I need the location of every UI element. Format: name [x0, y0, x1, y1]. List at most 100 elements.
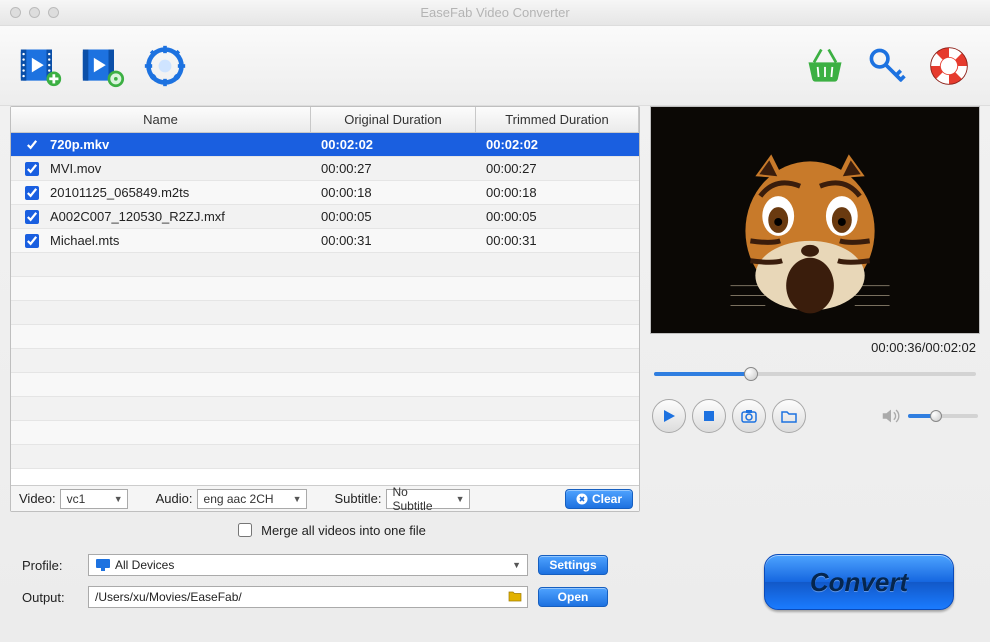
browse-folder-icon[interactable]: [508, 590, 522, 602]
play-button[interactable]: [652, 399, 686, 433]
file-name: A002C007_120530_R2ZJ.mxf: [50, 209, 225, 224]
preview-frame-icon: [651, 107, 979, 333]
folder-icon: [781, 409, 797, 423]
table-row[interactable]: A002C007_120530_R2ZJ.mxf 00:00:0500:00:05: [11, 205, 639, 229]
table-row-empty: [11, 445, 639, 469]
playback-time: 00:00:36/00:02:02: [650, 334, 980, 357]
open-output-label: Open: [558, 590, 589, 604]
merge-label[interactable]: Merge all videos into one file: [261, 523, 426, 538]
table-row-empty: [11, 421, 639, 445]
table-row-empty: [11, 253, 639, 277]
row-checkbox[interactable]: [25, 186, 39, 200]
table-row[interactable]: MVI.mov 00:00:2700:00:27: [11, 157, 639, 181]
original-duration: 00:00:05: [311, 205, 476, 228]
original-duration: 00:02:02: [311, 133, 476, 156]
output-path-input[interactable]: /Users/xu/Movies/EaseFab/: [88, 586, 528, 608]
subtitle-track-select[interactable]: No Subtitle: [386, 489, 470, 509]
file-list-pane: Name Original Duration Trimmed Duration …: [10, 106, 640, 512]
convert-button[interactable]: Convert: [764, 554, 954, 610]
original-duration: 00:00:31: [311, 229, 476, 252]
output-path-value: /Users/xu/Movies/EaseFab/: [95, 590, 242, 604]
current-time: 00:00:36: [871, 340, 922, 355]
profile-value: All Devices: [115, 558, 174, 572]
table-row-empty: [11, 349, 639, 373]
table-header: Name Original Duration Trimmed Duration: [11, 107, 639, 133]
preview-pane: 00:00:36/00:02:02: [650, 106, 980, 512]
camera-icon: [741, 409, 757, 423]
trimmed-duration: 00:00:18: [476, 181, 639, 204]
trimmed-duration: 00:00:05: [476, 205, 639, 228]
audio-track-select[interactable]: eng aac 2CH: [197, 489, 307, 509]
table-row[interactable]: 20101125_065849.m2ts 00:00:1800:00:18: [11, 181, 639, 205]
original-duration: 00:00:18: [311, 181, 476, 204]
profile-select[interactable]: All Devices: [88, 554, 528, 576]
player-controls: [650, 391, 980, 433]
add-video-button[interactable]: [18, 43, 64, 89]
row-checkbox[interactable]: [25, 138, 39, 152]
file-name: MVI.mov: [50, 161, 101, 176]
window-titlebar: EaseFab Video Converter: [0, 0, 990, 26]
add-dvd-button[interactable]: [80, 43, 126, 89]
table-body: 720p.mkv00:02:0200:02:02MVI.mov00:00:270…: [11, 133, 639, 485]
merge-row: Merge all videos into one file: [0, 518, 990, 542]
table-row-empty: [11, 325, 639, 349]
merge-checkbox[interactable]: [238, 523, 252, 537]
column-header-name[interactable]: Name: [11, 107, 311, 132]
key-icon: [865, 44, 909, 88]
file-name: Michael.mts: [50, 233, 119, 248]
table-row-empty: [11, 277, 639, 301]
original-duration: 00:00:27: [311, 157, 476, 180]
toolbar: [0, 26, 990, 106]
total-time: 00:02:02: [925, 340, 976, 355]
trimmed-duration: 00:00:27: [476, 157, 639, 180]
gear-icon: [143, 44, 187, 88]
row-checkbox[interactable]: [25, 162, 39, 176]
output-label: Output:: [22, 590, 78, 605]
clear-icon: [576, 493, 588, 505]
lifebuoy-icon: [927, 44, 971, 88]
film-disc-icon: [81, 44, 125, 88]
table-row-empty: [11, 373, 639, 397]
table-row[interactable]: 720p.mkv 00:02:0200:02:02: [11, 133, 639, 157]
snapshot-button[interactable]: [732, 399, 766, 433]
file-name: 20101125_065849.m2ts: [50, 185, 189, 200]
track-strip: Video: vc1 Audio: eng aac 2CH Subtitle: …: [11, 485, 639, 511]
file-name: 720p.mkv: [50, 137, 109, 152]
seek-bar[interactable]: [654, 365, 976, 383]
monitor-icon: [95, 558, 111, 572]
basket-icon: [803, 44, 847, 88]
table-row[interactable]: Michael.mts 00:00:3100:00:31: [11, 229, 639, 253]
convert-button-label: Convert: [810, 567, 908, 598]
table-row-empty: [11, 397, 639, 421]
volume-icon: [880, 405, 902, 427]
buy-button[interactable]: [802, 43, 848, 89]
help-button[interactable]: [926, 43, 972, 89]
trimmed-duration: 00:02:02: [476, 133, 639, 156]
window-title: EaseFab Video Converter: [0, 5, 990, 20]
table-row-empty: [11, 301, 639, 325]
column-header-trimmed[interactable]: Trimmed Duration: [476, 107, 639, 132]
play-icon: [661, 408, 677, 424]
trimmed-duration: 00:00:31: [476, 229, 639, 252]
row-checkbox[interactable]: [25, 234, 39, 248]
profile-settings-button[interactable]: Settings: [538, 555, 608, 575]
audio-track-label: Audio:: [156, 491, 193, 506]
open-output-button[interactable]: Open: [538, 587, 608, 607]
row-checkbox[interactable]: [25, 210, 39, 224]
stop-icon: [702, 409, 716, 423]
clear-button-label: Clear: [592, 492, 622, 506]
register-button[interactable]: [864, 43, 910, 89]
film-add-icon: [19, 44, 63, 88]
profile-settings-label: Settings: [549, 558, 596, 572]
volume-slider[interactable]: [908, 414, 978, 418]
column-header-original[interactable]: Original Duration: [311, 107, 476, 132]
open-snapshot-folder-button[interactable]: [772, 399, 806, 433]
video-track-select[interactable]: vc1: [60, 489, 128, 509]
subtitle-track-label: Subtitle:: [335, 491, 382, 506]
clear-button[interactable]: Clear: [565, 489, 633, 509]
video-preview[interactable]: [650, 106, 980, 334]
settings-button[interactable]: [142, 43, 188, 89]
video-track-label: Video:: [19, 491, 56, 506]
profile-label: Profile:: [22, 558, 78, 573]
stop-button[interactable]: [692, 399, 726, 433]
